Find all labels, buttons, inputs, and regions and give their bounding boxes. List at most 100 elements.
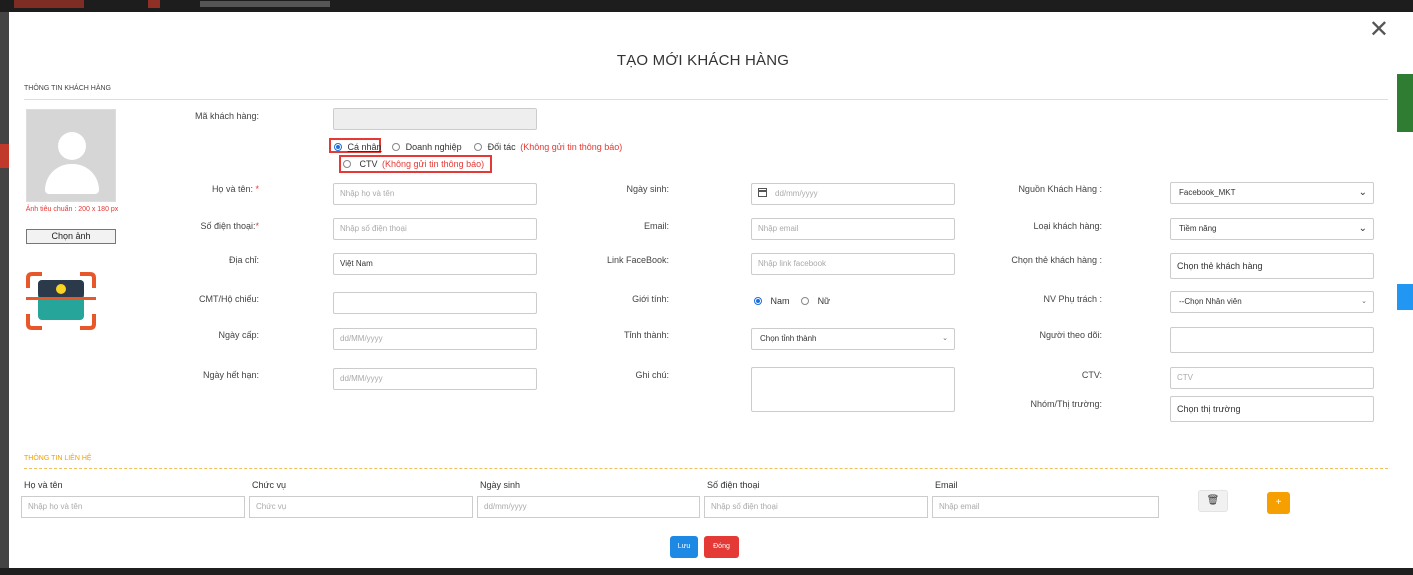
close-button[interactable]: Đóng — [704, 536, 739, 558]
radio-business[interactable] — [392, 142, 401, 151]
issue-date-label: Ngày cấp: — [218, 330, 259, 340]
phone-label-text: Số điện thoại: — [200, 221, 256, 231]
email-input[interactable]: Nhập email — [751, 218, 955, 240]
customer-type-select[interactable]: Tiềm năng ⌄ — [1170, 218, 1374, 240]
chevron-down-icon: ⌄ — [1358, 223, 1367, 234]
facebook-label: Link FaceBook: — [606, 255, 669, 265]
follower-label: Người theo dõi: — [1039, 330, 1102, 340]
background-topbar — [0, 0, 1413, 12]
contact-phone-input[interactable]: Nhập số điện thoại — [704, 496, 928, 518]
scan-card-icon[interactable] — [26, 272, 96, 330]
address-label: Địa chỉ: — [228, 255, 259, 265]
contact-name-input[interactable]: Nhập họ và tên — [21, 496, 245, 518]
save-button[interactable]: Lưu — [670, 536, 698, 558]
ctv-label: CTV: — [1081, 370, 1102, 380]
contact-position-input[interactable]: Chức vụ — [249, 496, 473, 518]
modal-title: TẠO MỚI KHÁCH HÀNG — [616, 52, 790, 69]
avatar-size-hint: Ảnh tiêu chuẩn : 200 x 180 px — [25, 206, 119, 213]
email-label: Email: — [643, 221, 669, 231]
contact-divider — [24, 468, 1388, 469]
source-label: Nguồn Khách Hàng : — [1018, 184, 1102, 194]
avatar-placeholder — [26, 109, 116, 202]
contact-header-birthday: Ngày sinh — [480, 480, 521, 490]
radio-female[interactable] — [801, 296, 810, 305]
customer-type-select-value: Tiềm năng — [1179, 224, 1217, 233]
market-group-label: Nhóm/Thị trường: — [1030, 399, 1102, 409]
phone-input[interactable]: Nhập số điện thoại — [333, 218, 537, 240]
full-name-input[interactable]: Nhập họ và tên — [333, 183, 537, 205]
radio-ctv[interactable] — [343, 159, 351, 168]
address-input[interactable]: Việt Nam — [333, 253, 537, 275]
radio-partner[interactable] — [474, 142, 483, 151]
id-card-label: CMT/Hộ chiếu: — [198, 294, 259, 304]
source-select[interactable]: Facebook_MKT ⌄ — [1170, 182, 1374, 204]
contact-header-phone: Số điện thoại — [707, 480, 760, 490]
expiry-date-input[interactable]: dd/MM/yyyy — [333, 368, 537, 390]
radio-business-label: Doanh nghiệp — [405, 141, 462, 152]
section-divider — [24, 99, 1388, 100]
issue-date-input[interactable]: dd/MM/yyyy — [333, 328, 537, 350]
expiry-date-label: Ngày hết hạn: — [202, 370, 259, 380]
radio-individual-label: Cá nhân — [347, 141, 382, 152]
calendar-icon[interactable] — [758, 188, 767, 198]
customer-code-input[interactable] — [333, 108, 537, 130]
background-bottom-edge — [0, 568, 1413, 575]
radio-individual[interactable] — [334, 142, 342, 151]
plus-icon: + — [1275, 497, 1282, 508]
chevron-down-icon: ⌄ — [1358, 187, 1367, 198]
close-icon[interactable]: ✕ — [1369, 18, 1389, 42]
staff-select[interactable]: --Chọn Nhân viên ⌄ — [1170, 291, 1374, 313]
background-tag — [148, 0, 160, 8]
staff-label: NV Phụ trách : — [1043, 294, 1102, 304]
radio-ctv-note: (Không gửi tin thông báo) — [382, 158, 485, 169]
ctv-radio-row: CTV (Không gửi tin thông báo) — [343, 158, 484, 169]
customer-type-radios: Cá nhân Doanh nghiệp Đối tác (Không gửi … — [334, 141, 622, 152]
avatar-body-shape — [45, 164, 99, 194]
background-right-blue — [1397, 284, 1413, 310]
create-customer-modal: ✕ TẠO MỚI KHÁCH HÀNG THÔNG TIN KHÁCH HÀN… — [9, 12, 1397, 568]
ctv-input[interactable]: CTV — [1170, 367, 1374, 389]
customer-tag-input[interactable]: Chọn thẻ khách hàng — [1170, 253, 1374, 279]
province-label: Tỉnh thành: — [623, 330, 669, 340]
note-label: Ghi chú: — [635, 370, 669, 380]
background-breadcrumb — [200, 1, 330, 7]
contact-birthday-input[interactable]: dd/mm/yyyy — [477, 496, 700, 518]
customer-code-label: Mã khách hàng: — [194, 111, 259, 121]
facebook-input[interactable]: Nhập link facebook — [751, 253, 955, 275]
background-right-edge — [1397, 12, 1413, 575]
add-contact-button[interactable]: + — [1267, 492, 1290, 514]
note-textarea[interactable] — [751, 367, 955, 412]
radio-female-label: Nữ — [817, 295, 831, 306]
contact-header-position: Chức vụ — [252, 480, 287, 490]
radio-partner-label: Đối tác — [487, 141, 516, 152]
customer-tag-label: Chọn thẻ khách hàng : — [1011, 255, 1102, 265]
section-customer-info: THÔNG TIN KHÁCH HÀNG — [24, 85, 111, 92]
trash-icon: 🗑 — [1206, 495, 1220, 506]
gender-label: Giới tính: — [632, 294, 669, 304]
contact-header-email: Email — [935, 480, 958, 490]
background-left-edge — [0, 12, 9, 575]
required-mark: * — [255, 184, 259, 194]
staff-select-value: --Chọn Nhân viên — [1179, 297, 1242, 306]
radio-male[interactable] — [754, 296, 762, 305]
contact-header-name: Họ và tên — [24, 480, 63, 490]
gender-radios: Nam Nữ — [754, 295, 830, 306]
province-select-value: Chọn tỉnh thành — [760, 334, 817, 343]
full-name-label: Họ và tên: * — [159, 184, 259, 194]
follower-input[interactable] — [1170, 327, 1374, 353]
avatar-head-shape — [58, 132, 86, 160]
birthday-input[interactable]: dd/mm/yyyy — [751, 183, 955, 205]
market-group-input[interactable]: Chọn thị trường — [1170, 396, 1374, 422]
background-logo — [14, 0, 84, 8]
background-right-green — [1397, 74, 1413, 132]
background-left-accent — [0, 144, 9, 168]
full-name-label-text: Họ và tên: — [211, 184, 253, 194]
radio-partner-note: (Không gửi tin thông báo) — [520, 141, 623, 152]
delete-contact-button[interactable]: 🗑 — [1198, 490, 1228, 512]
province-select[interactable]: Chọn tỉnh thành ⌄ — [751, 328, 955, 350]
section-contact-info: THÔNG TIN LIÊN HỆ — [24, 455, 92, 462]
chevron-down-icon: ⌄ — [1361, 298, 1367, 305]
choose-image-button[interactable]: Chọn ảnh — [26, 229, 116, 244]
id-card-input[interactable] — [333, 292, 537, 314]
contact-email-input[interactable]: Nhập email — [932, 496, 1159, 518]
